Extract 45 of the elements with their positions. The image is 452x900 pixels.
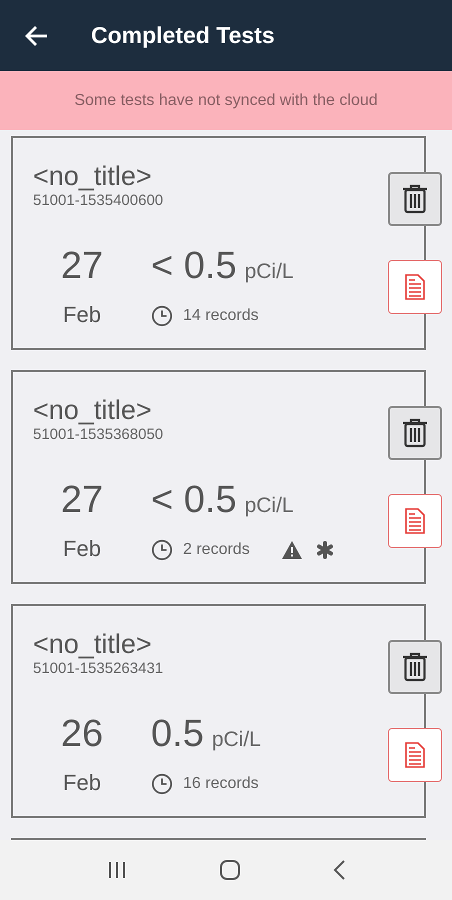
test-day: 26 [60, 712, 104, 756]
test-id: 51001-1535400600 [33, 192, 164, 210]
recent-apps-icon[interactable] [106, 861, 127, 879]
test-id: 51001-1535368050 [33, 426, 164, 444]
screen-title: Completed Tests [91, 21, 275, 50]
result-value: 0.5 [151, 712, 204, 756]
test-title: <no_title> [33, 160, 152, 192]
test-month: Feb [63, 536, 101, 562]
home-icon[interactable] [220, 860, 240, 880]
delete-button[interactable] [388, 640, 442, 694]
test-month: Feb [63, 302, 101, 328]
result-unit: pCi/L [212, 727, 261, 753]
delete-button[interactable] [388, 172, 442, 226]
report-button[interactable] [388, 728, 442, 782]
test-day: 27 [60, 478, 104, 522]
result-value: < 0.5 [151, 244, 237, 288]
test-day: 27 [60, 244, 104, 288]
result-unit: pCi/L [244, 259, 294, 285]
delete-button[interactable] [388, 406, 442, 460]
test-id: 51001-1535263431 [33, 660, 164, 678]
test-card[interactable]: <no_title> 51001-1535368050 27 Feb < 0.5 pCi/L 2 records [11, 370, 426, 584]
result-unit: pCi/L [244, 493, 294, 519]
test-title: <no_title> [33, 628, 152, 660]
document-icon [405, 508, 425, 534]
back-icon[interactable] [333, 860, 346, 880]
records-count: 16 records [183, 774, 259, 794]
document-icon [405, 274, 425, 300]
test-card[interactable]: <no_title> 51001-1535263431 26 Feb 0.5 pCi/L 16 records [11, 604, 426, 818]
records-count: 14 records [183, 306, 259, 326]
clock-icon [151, 539, 173, 561]
clock-icon [151, 305, 173, 327]
back-arrow-icon[interactable] [24, 24, 48, 46]
report-button[interactable] [388, 260, 442, 314]
test-title: <no_title> [33, 394, 152, 426]
report-button[interactable] [388, 494, 442, 548]
test-month: Feb [63, 770, 101, 796]
trash-icon [402, 652, 428, 682]
sync-warning-text: Some tests have not synced with the cloud [74, 90, 378, 110]
trash-icon [402, 418, 428, 448]
clock-icon [151, 773, 173, 795]
trash-icon [402, 184, 428, 214]
document-icon [405, 742, 425, 768]
test-card[interactable]: <no_title> 51001-1535400600 27 Feb < 0.5 pCi/L 14 records [11, 136, 426, 350]
result-value: < 0.5 [151, 478, 237, 522]
records-count: 2 records [183, 540, 250, 560]
